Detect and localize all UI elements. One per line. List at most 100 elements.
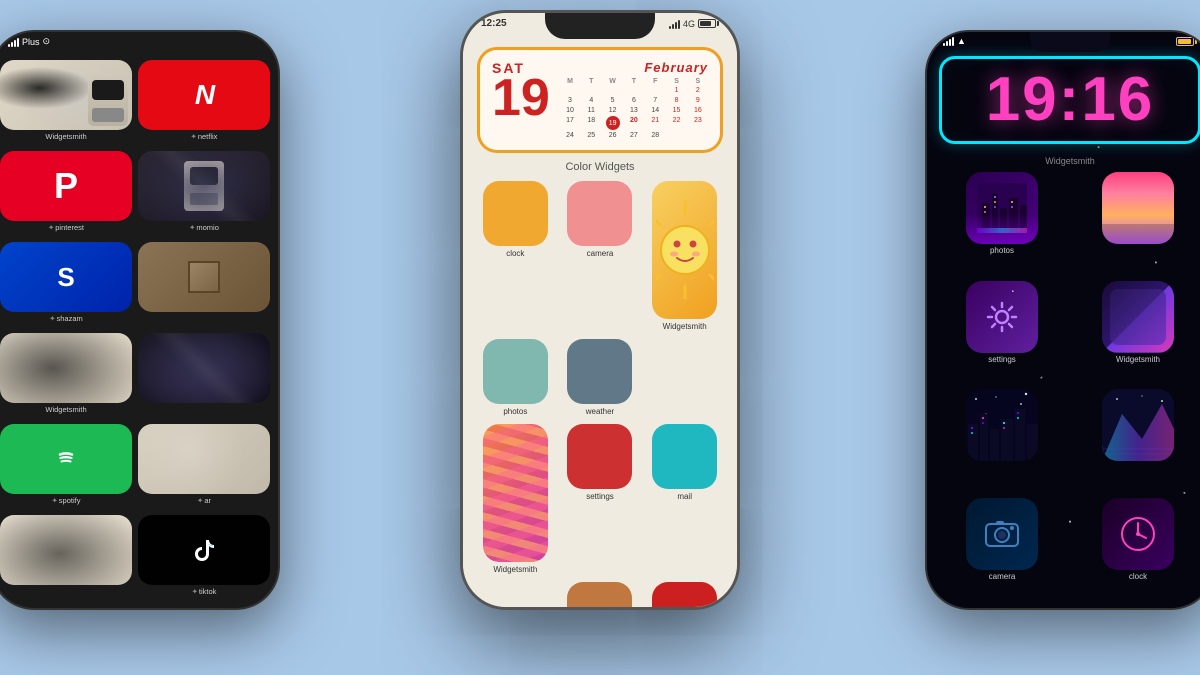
camera-label: camera <box>587 249 614 258</box>
cal-day: 12 <box>602 106 622 115</box>
netflix-icon: N <box>138 60 270 130</box>
widgetsmith-sun-icon <box>652 181 717 319</box>
section-label: Color Widgets <box>477 161 723 173</box>
list-item[interactable]: ✦ar <box>138 424 270 509</box>
app-row-2: photos weather <box>477 339 723 416</box>
list-item[interactable]: S ✦shazam <box>0 242 132 327</box>
pinterest-icon: P <box>0 151 132 221</box>
app-row-4: maps app store <box>477 582 723 610</box>
clock-app[interactable]: clock <box>477 181 554 258</box>
photos-label: photos <box>503 407 527 416</box>
cal-day <box>666 131 686 140</box>
cal-day: 18 <box>581 116 601 130</box>
center-phone: 12:25 4G SAT 19 February <box>460 10 740 610</box>
cal-day <box>602 86 622 95</box>
list-item[interactable] <box>138 333 270 418</box>
widgetsmith-right-icon <box>1102 281 1174 353</box>
cal-day: 2 <box>688 86 708 95</box>
widgetsmith-sun-app[interactable]: Widgetsmith <box>646 181 723 331</box>
cal-day: 16 <box>688 106 708 115</box>
cal-day: 24 <box>560 131 580 140</box>
right-phone: ▲ 19:16 Widgetsmith <box>925 30 1200 610</box>
cal-day: 5 <box>602 96 622 105</box>
list-item[interactable]: ✦spotify <box>0 424 132 509</box>
carrier-label: Plus <box>22 37 40 47</box>
network-label: 4G <box>683 19 695 29</box>
cal-day: 1 <box>666 86 686 95</box>
photos-app[interactable]: photos <box>477 339 554 416</box>
cal-day: 4 <box>581 96 601 105</box>
mail-app[interactable]: mail <box>646 424 723 501</box>
cal-day: 7 <box>645 96 665 105</box>
cal-header: W <box>602 78 622 85</box>
shazam-icon: S <box>0 242 132 312</box>
mountain-icon <box>1102 389 1174 461</box>
cal-day: 9 <box>688 96 708 105</box>
center-screen: SAT 19 February M T W T F S S <box>463 13 737 607</box>
right-screen: 19:16 Widgetsmith <box>927 32 1200 608</box>
cal-day: 11 <box>581 106 601 115</box>
right-wifi-icon: ▲ <box>957 36 966 46</box>
cal-day: 6 <box>624 96 644 105</box>
calendar-grid: M T W T F S S 1 2 3 4 <box>560 78 708 140</box>
center-status-bar: 12:25 4G <box>481 18 719 29</box>
cal-day <box>624 86 644 95</box>
app-label <box>203 314 205 323</box>
momio-icon <box>138 151 270 221</box>
weather-app[interactable]: weather <box>562 339 639 416</box>
list-item[interactable] <box>0 515 132 600</box>
cal-day: 20 <box>624 116 644 130</box>
settings-label: settings <box>586 492 614 501</box>
list-item[interactable]: ✦tiktok <box>138 515 270 600</box>
camera-app[interactable]: camera <box>562 181 639 258</box>
list-item[interactable] <box>138 242 270 327</box>
cal-header: S <box>666 78 686 85</box>
list-item[interactable]: Widgetsmith <box>0 333 132 418</box>
center-signal-icon <box>669 19 680 29</box>
dark-manga-icon <box>138 333 270 403</box>
widgetsmith-wavy-app[interactable]: Widgetsmith <box>477 424 554 574</box>
cal-day <box>645 86 665 95</box>
right-signal-icon <box>943 36 954 46</box>
spacer <box>477 582 542 610</box>
mail-icon <box>652 424 717 489</box>
tiktok-manga-icon <box>0 515 132 585</box>
tiktok-icon <box>138 515 270 585</box>
mail-label: mail <box>677 492 692 501</box>
app-label: ✦netflix <box>191 132 218 141</box>
list-item[interactable]: N ✦netflix <box>138 60 270 145</box>
widgetsmith-wavy-label: Widgetsmith <box>493 565 537 574</box>
cal-day <box>560 86 580 95</box>
cal-day: 21 <box>645 116 665 130</box>
app-label: ✦tiktok <box>192 587 217 596</box>
list-item[interactable]: Widgetsmith <box>0 60 132 145</box>
weather-label: weather <box>586 407 614 416</box>
appstore-app[interactable]: app store <box>646 582 723 610</box>
cal-day: 26 <box>602 131 622 140</box>
app-label <box>203 405 205 414</box>
cal-day: 13 <box>624 106 644 115</box>
list-item[interactable]: P ✦pinterest <box>0 151 132 236</box>
widgetsmith-manga-icon <box>0 60 132 130</box>
spacer <box>646 339 711 416</box>
cal-day: 27 <box>624 131 644 140</box>
list-item[interactable]: ✦momio <box>138 151 270 236</box>
cal-day: 10 <box>560 106 580 115</box>
app-label: ✦momio <box>189 223 219 232</box>
settings-icon <box>567 424 632 489</box>
maps-app[interactable]: maps <box>562 582 639 610</box>
calendar-right: February M T W T F S S 1 <box>560 60 708 140</box>
app-label: ✦ar <box>197 496 211 505</box>
manga-icon-3 <box>0 333 132 403</box>
settings-app[interactable]: settings <box>562 424 639 501</box>
clock-label: 12:25 <box>481 18 507 29</box>
maps-icon <box>567 582 632 610</box>
appstore-icon <box>652 582 717 610</box>
app-row-1: clock camera <box>477 181 723 331</box>
weather-icon <box>567 339 632 404</box>
app-label <box>65 587 67 596</box>
cal-day: 22 <box>666 116 686 130</box>
cal-day: 25 <box>581 131 601 140</box>
sunset-icon <box>1102 172 1174 244</box>
city-night-icon <box>966 389 1038 461</box>
